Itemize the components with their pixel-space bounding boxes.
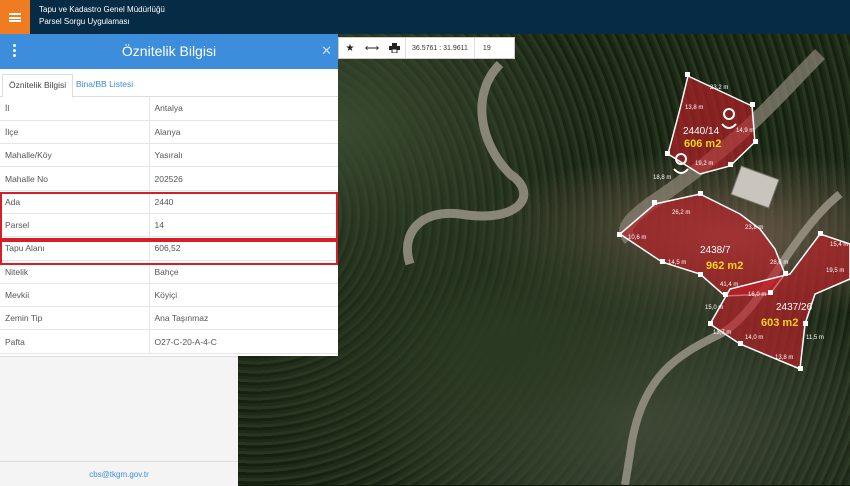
parcel-id-label: 2440/14 bbox=[683, 126, 720, 137]
attr-key: Mevkii bbox=[0, 283, 150, 308]
edge-label: 11,5 m bbox=[806, 335, 824, 341]
attr-value: Yasıralı bbox=[149, 143, 338, 168]
edge-label: 23,8 m bbox=[745, 225, 763, 231]
edge-label: 14,0 m bbox=[745, 335, 763, 341]
parcel-id-label: 2438/7 bbox=[700, 245, 731, 256]
table-row: Mahalle No 202526 bbox=[0, 166, 338, 191]
edge-label: 18,8 m bbox=[653, 175, 671, 181]
parcel-area-label: 962 m2 bbox=[706, 260, 743, 272]
edge-label: 14,9 m bbox=[736, 128, 754, 134]
hamburger-icon bbox=[9, 12, 21, 22]
org-name: Tapu ve Kadastro Genel Müdürlüğü bbox=[39, 5, 165, 14]
contact-email-link[interactable]: cbs@tkgm.gov.tr bbox=[0, 470, 238, 479]
table-row: İlçe Alanya bbox=[0, 120, 338, 145]
table-row: Zemin Tip Ana Taşınmaz bbox=[0, 306, 338, 331]
menu-button[interactable] bbox=[0, 0, 30, 34]
edge-label: 14,5 m bbox=[668, 260, 686, 266]
attr-key: Pafta bbox=[0, 329, 150, 354]
attr-value: 202526 bbox=[149, 166, 338, 191]
edge-label: 16,0 m bbox=[748, 292, 766, 298]
attr-value: Antalya bbox=[149, 97, 338, 121]
edge-label: 28,6 m bbox=[770, 260, 788, 266]
attr-key: İlçe bbox=[0, 120, 150, 145]
print-icon[interactable] bbox=[383, 38, 405, 58]
edge-label: 10,6 m bbox=[628, 235, 646, 241]
table-row: Pafta O27-C-20-A-4-C bbox=[0, 329, 338, 354]
edge-label: 15,0 m bbox=[705, 305, 723, 311]
edge-label: 26,2 m bbox=[672, 210, 690, 216]
edge-label: 19,5 m bbox=[826, 268, 844, 274]
parcel-area-label: 606 m2 bbox=[684, 138, 721, 150]
app-header: Tapu ve Kadastro Genel Müdürlüğü Parsel … bbox=[0, 0, 850, 34]
table-row: İl Antalya bbox=[0, 97, 338, 121]
edge-label: 13,8 m bbox=[685, 105, 703, 111]
building bbox=[730, 165, 780, 209]
edge-label: 13,7 m bbox=[713, 330, 731, 336]
panel-footer-area bbox=[0, 356, 238, 486]
attr-value: O27-C-20-A-4-C bbox=[149, 329, 338, 354]
tab-building-list[interactable]: Bina/BB Listesi bbox=[70, 74, 139, 96]
star-icon[interactable]: ★ bbox=[339, 38, 361, 58]
highlight-tapu-alani bbox=[0, 240, 338, 265]
parcel-area-label: 603 m2 bbox=[761, 317, 798, 329]
edge-label: 15,4 m bbox=[830, 242, 848, 248]
panel-tabs: Öznitelik Bilgisi Bina/BB Listesi bbox=[0, 69, 338, 98]
parcel-id-label: 2437/26 bbox=[776, 302, 813, 313]
close-icon[interactable]: ✕ bbox=[321, 43, 332, 59]
attr-key: Mahalle/Köy bbox=[0, 143, 150, 168]
divider bbox=[0, 461, 238, 462]
attr-key: İl bbox=[0, 97, 150, 121]
attribute-panel: Öznitelik Bilgisi ✕ Öznitelik Bilgisi Bi… bbox=[0, 34, 338, 356]
edge-label: 23,2 m bbox=[710, 85, 728, 91]
tab-attributes[interactable]: Öznitelik Bilgisi bbox=[2, 74, 74, 98]
zoom-level: 19 bbox=[482, 44, 491, 52]
attr-value: Alanya bbox=[149, 120, 338, 145]
measure-icon[interactable]: ⟷ bbox=[361, 38, 383, 58]
highlight-ada-parsel bbox=[0, 192, 338, 240]
road bbox=[402, 60, 529, 266]
coordinate-readout: 36.5761 : 31.9611 bbox=[405, 38, 475, 58]
table-row: Mahalle/Köy Yasıralı bbox=[0, 143, 338, 168]
attr-key: Zemin Tip bbox=[0, 306, 150, 331]
edge-label: 19,2 m bbox=[695, 161, 713, 167]
table-row: Mevkii Köyiçi bbox=[0, 283, 338, 308]
panel-title: Öznitelik Bilgisi bbox=[121, 43, 217, 59]
attr-value: Köyiçi bbox=[149, 283, 338, 308]
panel-header: Öznitelik Bilgisi ✕ bbox=[0, 34, 338, 69]
app-title: Tapu ve Kadastro Genel Müdürlüğü Parsel … bbox=[39, 4, 165, 28]
edge-label: 41,4 m bbox=[720, 282, 738, 288]
app-name: Parsel Sorgu Uygulaması bbox=[39, 17, 130, 26]
map-toolbar: ★ ⟷ 36.5761 : 31.9611 19 bbox=[338, 37, 515, 59]
edge-label: 13,8 m bbox=[775, 355, 793, 361]
attr-value: Ana Taşınmaz bbox=[149, 306, 338, 331]
attr-key: Mahalle No bbox=[0, 166, 150, 191]
